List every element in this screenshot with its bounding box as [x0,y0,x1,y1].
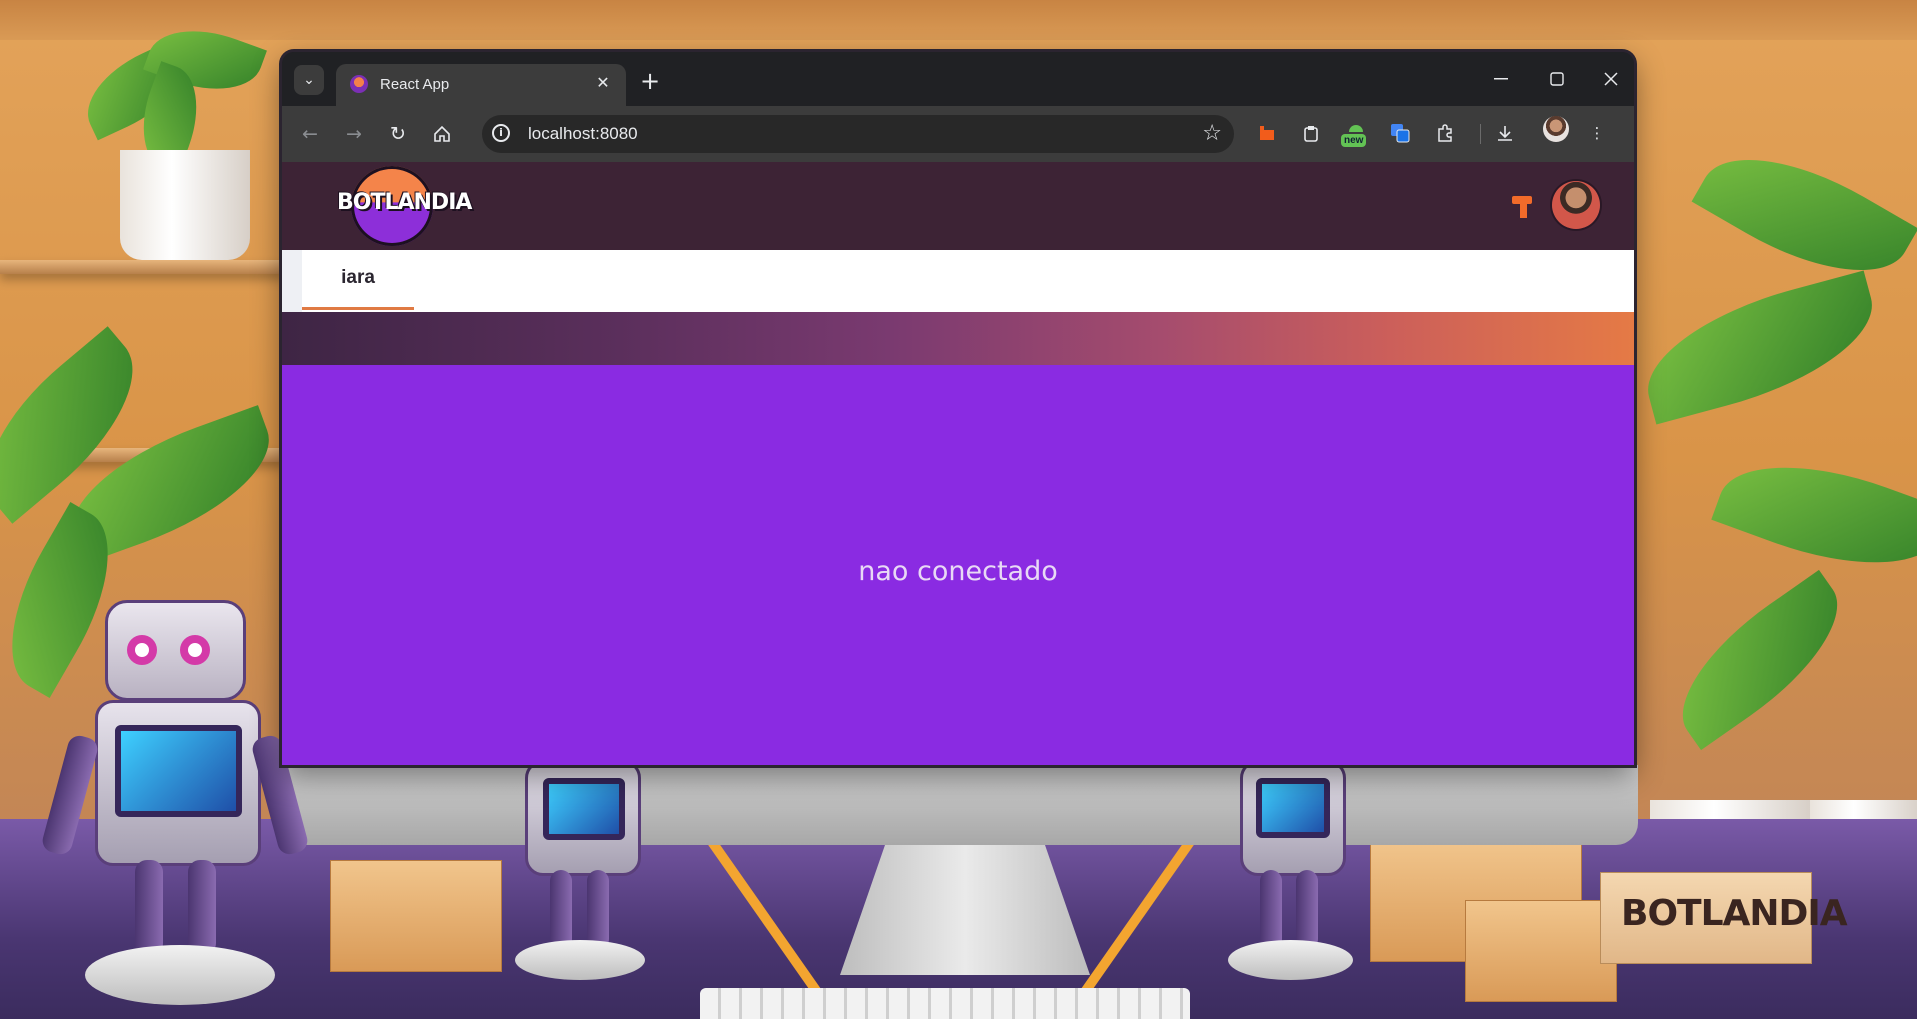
connection-status: nao conectado [858,556,1058,587]
browser-toolbar: ← → ↻ i localhost:8080 ☆ new ⋮ [282,106,1634,162]
puzzle-icon [1438,124,1452,142]
plant-leaf [1711,435,1917,595]
clipboard-icon [1304,126,1318,142]
star-icon[interactable]: ☆ [1202,121,1222,146]
arrow-right-icon: → [346,123,362,145]
wall-shelf [0,260,285,274]
home-button[interactable] [428,120,456,148]
plant-pot [120,150,250,260]
tab-label: iara [341,267,375,288]
tab-search-button[interactable]: ⌄ [294,65,324,95]
minimize-button[interactable] [1478,62,1524,96]
bot-tabs: iara [282,250,1634,312]
user-avatar[interactable] [1552,181,1600,229]
cardboard-box [330,860,502,972]
botlandia-logo[interactable]: BOTLANDIA [337,166,472,246]
active-tab-indicator [302,307,414,310]
extensions-button[interactable] [1432,120,1458,146]
monitor-chin [278,765,1638,845]
extension-button[interactable] [1387,120,1413,146]
reload-button[interactable]: ↻ [384,120,412,148]
plant-leaf [1655,569,1865,751]
download-icon [1498,126,1512,141]
plant-leaf [1631,270,1889,425]
maximize-icon [1550,72,1564,86]
close-window-button[interactable] [1588,62,1634,96]
box-label: BOTLANDIA [1621,893,1848,934]
logo-text: BOTLANDIA [337,190,472,215]
arrow-left-icon: ← [302,123,318,145]
forward-button[interactable]: → [340,120,368,148]
minimize-icon [1494,78,1508,80]
downloads-button[interactable] [1492,120,1518,146]
new-tab-button[interactable]: + [636,68,664,96]
close-icon [1604,72,1618,86]
browser-tab[interactable]: React App ✕ [336,64,626,106]
gradient-banner [282,312,1634,365]
kebab-menu-icon: ⋮ [1589,124,1605,142]
favicon-icon [350,75,368,93]
browser-menu-button[interactable]: ⋮ [1584,120,1610,146]
profile-avatar-button[interactable] [1543,116,1569,142]
cardboard-box [1465,900,1617,1002]
address-bar[interactable]: i localhost:8080 ☆ [482,115,1234,153]
translate-icon [1391,124,1410,143]
chevron-down-icon: ⌄ [303,72,315,88]
wall-top [0,0,1917,40]
tab-title: React App [380,76,450,93]
botlandia-box: BOTLANDIA [1600,872,1848,964]
extension-button[interactable] [1298,120,1324,146]
back-button[interactable]: ← [296,120,324,148]
tools-button[interactable] [1512,196,1534,220]
plus-icon: + [639,67,661,95]
toolbar-separator [1480,124,1481,144]
url-text: localhost:8080 [528,124,638,143]
keyboard [700,988,1190,1019]
close-tab-button[interactable]: ✕ [592,72,614,94]
extension-button[interactable] [1254,120,1280,146]
plant-leaf [1691,123,1917,307]
extension-orange-icon [1260,126,1274,140]
tab-strip: ⌄ React App ✕ + [282,52,1634,106]
info-icon[interactable]: i [492,124,510,142]
reload-icon: ↻ [390,123,406,145]
android-icon [1349,125,1363,132]
home-icon [434,125,450,142]
app-header: BOTLANDIA [282,162,1634,250]
web-page: BOTLANDIA iara nao conectado [282,162,1634,765]
browser-window: ⌄ React App ✕ + ← → ↻ i localhost:8080 ☆ [282,52,1634,765]
extension-button[interactable]: new [1341,120,1369,147]
new-badge: new [1341,134,1367,147]
tab-iara[interactable]: iara [302,250,414,310]
maximize-button[interactable] [1534,62,1580,96]
